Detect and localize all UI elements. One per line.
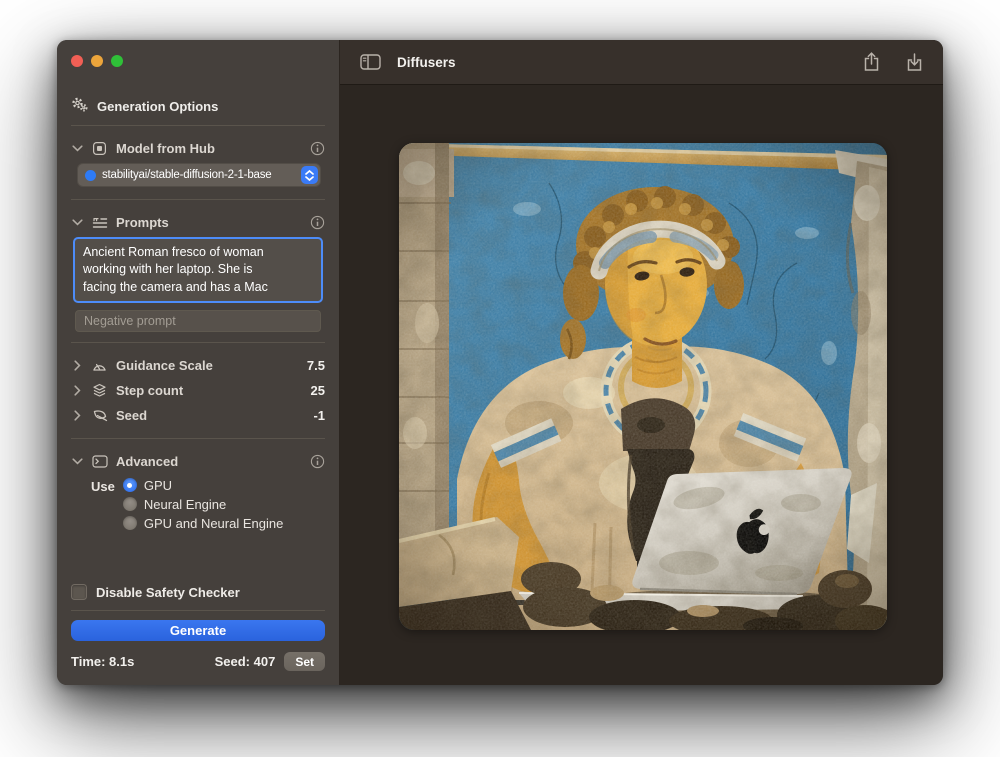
toggle-sidebar-icon[interactable] bbox=[360, 54, 381, 70]
model-from-hub-label: Model from Hub bbox=[116, 141, 215, 156]
save-icon[interactable] bbox=[906, 52, 923, 72]
share-icon[interactable] bbox=[863, 52, 880, 72]
disable-safety-checker-row[interactable]: Disable Safety Checker bbox=[71, 582, 325, 602]
close-button[interactable] bbox=[71, 55, 83, 67]
app-window: Generation Options Model from Hub bbox=[57, 40, 943, 685]
select-stepper-icon[interactable] bbox=[301, 166, 318, 184]
gears-icon bbox=[71, 97, 88, 115]
generated-image bbox=[399, 143, 887, 630]
info-icon[interactable] bbox=[310, 454, 325, 469]
zoom-button[interactable] bbox=[111, 55, 123, 67]
seed-row[interactable]: Seed -1 bbox=[71, 403, 325, 428]
seed-status: Seed: 407 bbox=[215, 654, 276, 669]
advanced-label: Advanced bbox=[116, 454, 178, 469]
step-count-row[interactable]: Step count 25 bbox=[71, 378, 325, 403]
dial-icon bbox=[91, 359, 108, 373]
layers-icon bbox=[91, 383, 108, 398]
chevron-right-icon[interactable] bbox=[71, 360, 83, 371]
radio-neural-engine[interactable] bbox=[123, 497, 137, 511]
compute-option-gpu[interactable]: GPU bbox=[123, 478, 283, 492]
window-title: Diffusers bbox=[397, 55, 456, 70]
divider bbox=[71, 342, 325, 343]
sidebar: Generation Options Model from Hub bbox=[57, 40, 340, 685]
set-seed-button[interactable]: Set bbox=[284, 652, 325, 671]
guidance-scale-value: 7.5 bbox=[307, 358, 325, 373]
step-count-value: 25 bbox=[311, 383, 325, 398]
model-chip-icon bbox=[91, 141, 108, 156]
guidance-scale-label: Guidance Scale bbox=[116, 358, 213, 373]
main-panel: Diffusers bbox=[340, 40, 943, 685]
info-icon[interactable] bbox=[310, 215, 325, 230]
chevron-right-icon[interactable] bbox=[71, 410, 83, 421]
terminal-icon bbox=[91, 455, 108, 468]
chevron-down-icon[interactable] bbox=[71, 145, 83, 152]
titlebar: Diffusers bbox=[340, 40, 943, 85]
prompts-label: Prompts bbox=[116, 215, 169, 230]
status-bar: Time: 8.1s Seed: 407 Set bbox=[71, 652, 325, 671]
generation-options-title: Generation Options bbox=[97, 99, 218, 114]
negative-prompt-input[interactable] bbox=[75, 310, 321, 332]
chevron-down-icon[interactable] bbox=[71, 458, 83, 465]
generate-button[interactable]: Generate bbox=[71, 620, 325, 641]
chevron-down-icon[interactable] bbox=[71, 219, 83, 226]
divider bbox=[71, 610, 325, 611]
compute-option-gpu-and-neural-engine[interactable]: GPU and Neural Engine bbox=[123, 516, 283, 530]
divider bbox=[71, 438, 325, 439]
advanced-row[interactable]: Advanced bbox=[71, 449, 325, 474]
step-count-label: Step count bbox=[116, 383, 183, 398]
model-select[interactable]: stabilityai/stable-diffusion-2-1-base bbox=[77, 163, 321, 187]
traffic-lights bbox=[71, 40, 325, 67]
leaf-icon bbox=[91, 409, 108, 423]
compute-option-neural-engine[interactable]: Neural Engine bbox=[123, 497, 283, 511]
radio-gpu-label: GPU bbox=[144, 478, 172, 493]
seed-value: -1 bbox=[313, 408, 325, 423]
prompts-quote-icon bbox=[91, 216, 108, 230]
minimize-button[interactable] bbox=[91, 55, 103, 67]
chevron-right-icon[interactable] bbox=[71, 385, 83, 396]
radio-gpu-and-neural-engine-label: GPU and Neural Engine bbox=[144, 516, 283, 531]
radio-gpu[interactable] bbox=[123, 478, 137, 492]
use-label: Use bbox=[91, 478, 115, 494]
divider bbox=[71, 199, 325, 200]
radio-gpu-and-neural-engine[interactable] bbox=[123, 516, 137, 530]
divider bbox=[71, 125, 325, 126]
model-from-hub-row[interactable]: Model from Hub bbox=[71, 136, 325, 161]
model-select-value: stabilityai/stable-diffusion-2-1-base bbox=[102, 169, 301, 181]
compute-unit-group: Use GPU Neural Engine GPU and Neural Eng… bbox=[91, 478, 325, 530]
prompt-input[interactable]: Ancient Roman fresco of woman working wi… bbox=[73, 237, 323, 303]
prompts-row[interactable]: Prompts bbox=[71, 210, 325, 235]
safety-checkbox[interactable] bbox=[71, 584, 87, 600]
generation-options-header: Generation Options bbox=[71, 97, 325, 115]
model-status-dot-icon bbox=[85, 170, 96, 181]
info-icon[interactable] bbox=[310, 141, 325, 156]
time-status: Time: 8.1s bbox=[71, 654, 134, 669]
seed-label: Seed bbox=[116, 408, 147, 423]
guidance-scale-row[interactable]: Guidance Scale 7.5 bbox=[71, 353, 325, 378]
safety-checkbox-label: Disable Safety Checker bbox=[96, 585, 240, 600]
screenshot-stage: { "titlebar": { "title": "Diffusers" }, … bbox=[0, 0, 1000, 757]
image-canvas bbox=[340, 85, 943, 685]
radio-neural-engine-label: Neural Engine bbox=[144, 497, 226, 512]
